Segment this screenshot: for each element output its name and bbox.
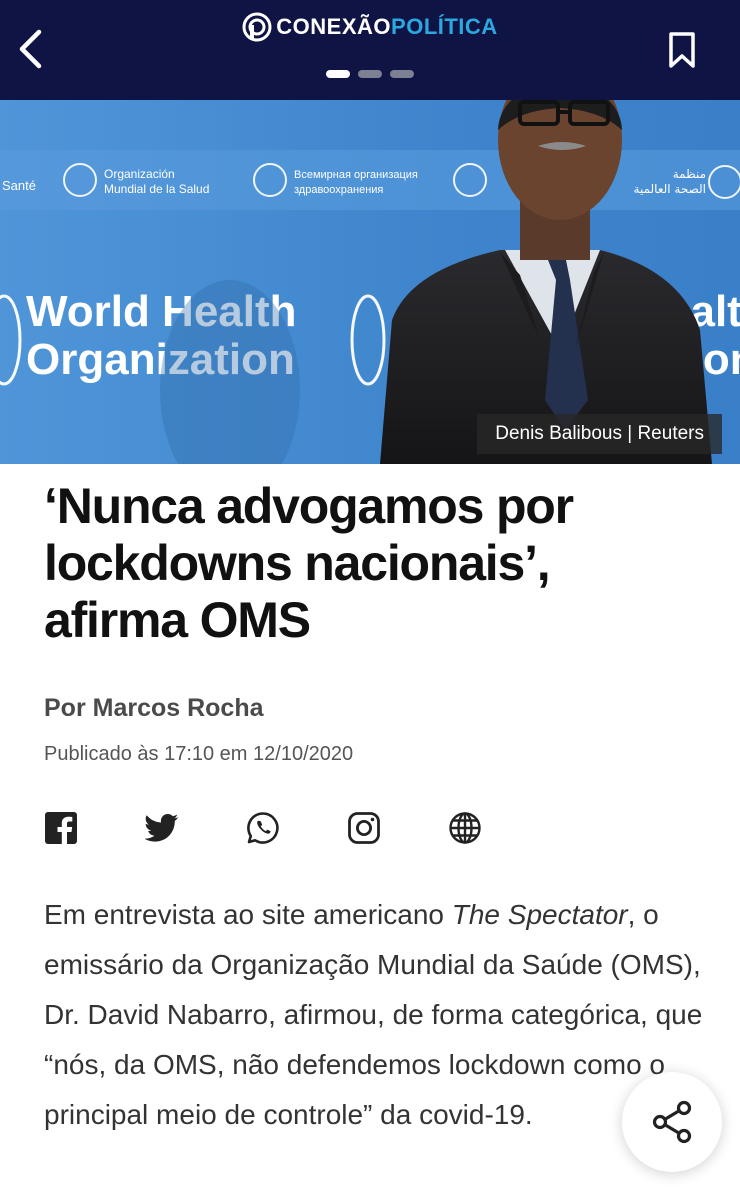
pager-dot[interactable] [358, 70, 382, 78]
body-text-part2: , o emissário da Organização Mundial da … [44, 899, 703, 1130]
banner-ar-text-2: الصحة العالمية [634, 182, 706, 196]
banner-es-text-2: Mundial de la Salud [104, 182, 209, 196]
banner-ru-text-1: Всемирная организация [294, 169, 418, 181]
image-pager [0, 70, 740, 78]
logo-mark-icon [242, 12, 272, 42]
hero-illustration: Santé Organización Mundial de la Salud В… [0, 100, 740, 464]
whatsapp-icon[interactable] [246, 811, 280, 845]
banner-fr-text: Santé [2, 178, 36, 193]
twitter-icon[interactable] [145, 811, 179, 845]
top-app-bar: CONEXÃOPOLÍTICA [0, 0, 740, 100]
logo-text-accent: POLÍTICA [391, 14, 498, 39]
pager-dot-active[interactable] [326, 70, 350, 78]
pager-dot[interactable] [390, 70, 414, 78]
bookmark-button[interactable] [664, 26, 700, 74]
article-headline: ‘Nunca advogamos por lockdowns nacionais… [44, 478, 574, 648]
publish-timestamp: Publicado às 17:10 em 12/10/2020 [44, 743, 354, 765]
logo-text-primary: CONEXÃO [276, 14, 392, 39]
publication-name: The Spectator [451, 899, 628, 930]
share-button[interactable] [622, 1072, 722, 1172]
globe-icon[interactable] [448, 811, 482, 845]
article-author[interactable]: Por Marcos Rocha [44, 694, 264, 723]
photo-credit: Denis Balibous | Reuters [477, 414, 722, 454]
share-icon [652, 1100, 692, 1144]
banner-ar-text-1: منظمة [673, 167, 706, 181]
facebook-icon[interactable] [44, 811, 78, 845]
bookmark-icon [669, 32, 695, 68]
site-logo[interactable]: CONEXÃOPOLÍTICA [0, 12, 740, 42]
banner-ru-text-2: здравоохранения [294, 184, 383, 196]
body-text-part1: Em entrevista ao site americano [44, 899, 452, 930]
share-bar [44, 811, 549, 845]
instagram-icon[interactable] [347, 811, 381, 845]
banner-es-text-1: Organización [104, 167, 175, 181]
hero-image[interactable]: Santé Organización Mundial de la Salud В… [0, 100, 740, 464]
article-body: Em entrevista ao site americano The Spec… [44, 890, 714, 1140]
